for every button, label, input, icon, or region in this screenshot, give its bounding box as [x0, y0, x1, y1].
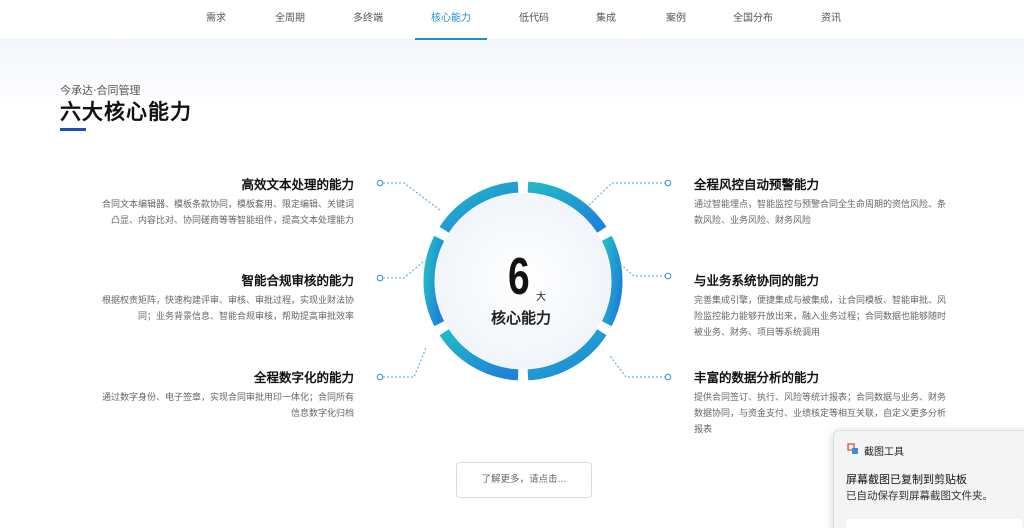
feature-title: 与业务系统协同的能力 — [694, 273, 820, 288]
snipping-tool-icon — [847, 443, 858, 454]
feature-desc: 报表 — [694, 425, 713, 435]
nav-item-need[interactable]: 需求 — [196, 0, 236, 40]
nav-item-cases[interactable]: 案例 — [660, 0, 692, 40]
title-underline — [60, 128, 86, 131]
feature-desc: 险监控能力能够开放出来，融入业务过程；合同数据也能够随时 — [694, 312, 947, 322]
center-unit: 大 — [536, 292, 546, 303]
nav-item-multi-terminal[interactable]: 多终端 — [346, 0, 390, 40]
feature-desc: 根据权责矩阵，快速构建评审、审核、审批过程，实现业财法协 — [101, 296, 354, 306]
learn-more-button[interactable]: 了解更多，请点击... — [456, 462, 592, 498]
toast-submessage: 已自动保存到屏幕截图文件夹。 — [846, 490, 993, 502]
feature-desc: 通过数字身份、电子签章，实现合同审批用印一体化；合同所有 — [101, 393, 354, 403]
feature-risk-warning: 全程风控自动预警能力 通过智能埋点，智能监控与预警合同全生命周期的资信风险、条 … — [694, 174, 984, 229]
feature-title: 全程数字化的能力 — [253, 370, 354, 385]
feature-desc: 数据协同，与资金支付、业绩核定等相互关联，自定义更多分析 — [694, 409, 947, 419]
center-label: 核心能力 — [491, 309, 552, 327]
feature-text-processing: 高效文本处理的能力 合同文本编辑器、模板条款协同，模板套用、限定编辑、关键词 凸… — [70, 174, 354, 229]
nav-item-integration[interactable]: 集成 — [590, 0, 622, 40]
feature-title: 丰富的数据分析的能力 — [694, 370, 820, 385]
nav-item-national[interactable]: 全国分布 — [728, 0, 778, 40]
toast-app-name: 截图工具 — [864, 447, 904, 458]
feature-title: 高效文本处理的能力 — [241, 177, 354, 192]
toast-action-area[interactable] — [846, 519, 1022, 528]
feature-digitalization: 全程数字化的能力 通过数字身份、电子签章，实现合同审批用印一体化；合同所有 信息… — [70, 367, 354, 422]
feature-desc: 被业务、财务、项目等系统调用 — [694, 328, 821, 338]
nav-item-full-cycle[interactable]: 全周期 — [268, 0, 312, 40]
section-title: 六大核心能力 — [60, 100, 192, 124]
feature-desc: 提供合同签订、执行、风险等统计报表；合同数据与业务、财务 — [694, 393, 947, 403]
nav-item-low-code[interactable]: 低代码 — [514, 0, 554, 40]
feature-desc: 凸显、内容比对、协同磋商等等智能组件，提高文本处理能力 — [110, 216, 354, 226]
feature-data-analysis: 丰富的数据分析的能力 提供合同签订、执行、风险等统计报表；合同数据与业务、财务 … — [694, 367, 984, 438]
feature-title: 智能合规审核的能力 — [241, 273, 354, 288]
feature-desc: 款风险、业务风险、财务风险 — [694, 216, 812, 226]
feature-title: 全程风控自动预警能力 — [694, 177, 820, 192]
screenshot-toast[interactable]: 截图工具 屏幕截图已复制到剪贴板 已自动保存到屏幕截图文件夹。 — [833, 430, 1024, 528]
feature-compliance-review: 智能合规审核的能力 根据权责矩阵，快速构建评审、审核、审批过程，实现业财法协 同… — [70, 270, 354, 325]
feature-desc: 信息数字化归档 — [290, 409, 354, 419]
feature-desc: 完善集成引擎，便捷集成与被集成，让合同模板、智能审批、风 — [694, 296, 947, 306]
nav-item-news[interactable]: 资讯 — [815, 0, 847, 40]
feature-business-collab: 与业务系统协同的能力 完善集成引擎，便捷集成与被集成，让合同模板、智能审批、风 … — [694, 270, 984, 341]
center-number: 6 — [508, 248, 530, 306]
feature-desc: 同；业务背景信息、智能合规审核，帮助提高审批效率 — [137, 312, 354, 322]
feature-desc: 合同文本编辑器、模板条款协同，模板套用、限定编辑、关键词 — [101, 200, 354, 210]
toast-message: 屏幕截图已复制到剪贴板 — [846, 473, 967, 486]
feature-desc: 通过智能埋点，智能监控与预警合同全生命周期的资信风险、条 — [694, 200, 947, 210]
top-nav: 需求 全周期 多终端 核心能力 低代码 集成 案例 全国分布 资讯 — [0, 0, 1024, 40]
nav-item-core-ability[interactable]: 核心能力 — [415, 0, 487, 40]
